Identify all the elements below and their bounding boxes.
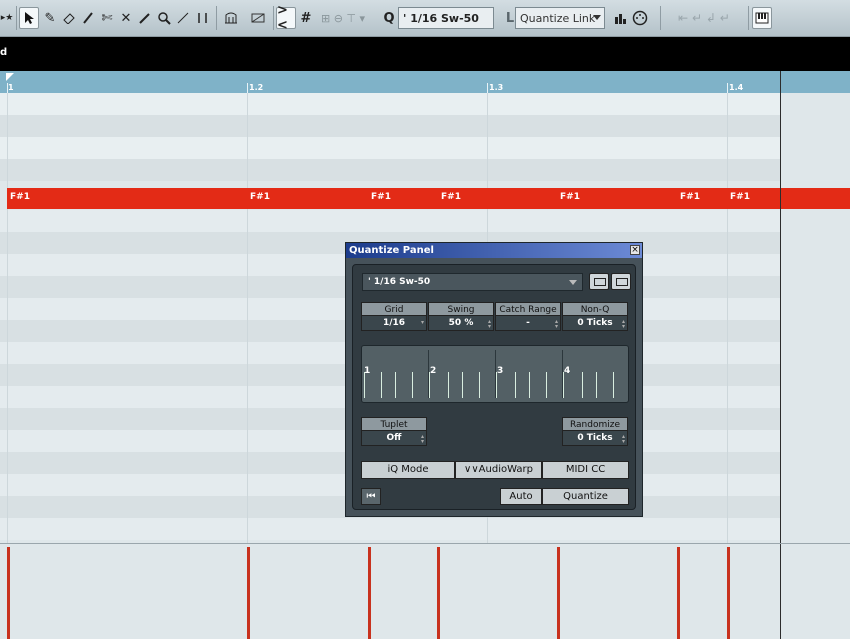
mixer-icon[interactable] <box>611 7 629 29</box>
velocity-bar[interactable] <box>557 547 560 639</box>
grid-icon[interactable]: # <box>298 7 314 29</box>
erase-tool-icon[interactable] <box>60 7 78 29</box>
quantize-grid-display[interactable]: 1 2 3 4 <box>361 345 629 403</box>
preset-value: ' 1/16 Sw-50 <box>368 277 431 287</box>
glue-tool-icon[interactable] <box>136 7 154 29</box>
zoom-tool-icon[interactable] <box>155 7 173 29</box>
length-quantize-dropdown[interactable]: Quantize Link <box>515 7 605 29</box>
trim-tool-icon[interactable] <box>79 7 97 29</box>
note-label: F#1 <box>680 192 700 202</box>
autoscroll-icon[interactable] <box>220 7 242 29</box>
select-tool-icon[interactable] <box>19 7 39 29</box>
preset-dropdown[interactable]: ' 1/16 Sw-50 <box>362 273 583 291</box>
grid-number: 3 <box>497 366 504 376</box>
panel-body: ' 1/16 Sw-50 Grid 1/16 ▾ Swing 50 % ▴ ▾ Cat… <box>352 264 636 510</box>
snap-off-icon[interactable] <box>247 7 269 29</box>
toolbar: ▸★ ✎ ✄ ✕ >< # ⊞ ⊖ ⊤ ▾ Q ' 1/16 Sw-50 L Q… <box>0 0 850 37</box>
randomize-param[interactable]: Randomize 0 Ticks ▴ ▾ <box>562 417 628 446</box>
quantize-preset-value: ' 1/16 Sw-50 <box>403 11 479 25</box>
mode-buttons: iQ Mode ∨∨AudioWarp MIDI CC <box>361 461 629 479</box>
swing-param[interactable]: Swing 50 % ▴ ▾ <box>428 302 494 331</box>
info-bar: d <box>0 37 850 71</box>
ruler[interactable]: 1 1.2 1.3 1.4 <box>0 71 850 93</box>
velocity-bar[interactable] <box>727 547 730 639</box>
velocity-bar[interactable] <box>247 547 250 639</box>
tuplet-param[interactable]: Tuplet Off ▴ ▾ <box>361 417 427 446</box>
note-label: F#1 <box>371 192 391 202</box>
note-bar[interactable]: F#1 F#1 F#1 F#1 F#1 F#1 F#1 <box>7 188 850 209</box>
draw-tool-icon[interactable]: ✎ <box>41 7 59 29</box>
grid-param[interactable]: Grid 1/16 ▾ <box>361 302 427 331</box>
reset-icon[interactable]: ⏮ <box>361 488 381 505</box>
quantize-preset-dropdown[interactable]: ' 1/16 Sw-50 <box>398 7 494 29</box>
playhead[interactable] <box>780 71 781 543</box>
ruler-marker: 1.4 <box>729 83 744 92</box>
ruler-marker: 1.3 <box>489 83 504 92</box>
note-label: F#1 <box>730 192 750 202</box>
non-q-param[interactable]: Non-Q 0 Ticks ▴ ▾ <box>562 302 628 331</box>
velocity-lane[interactable] <box>0 543 850 639</box>
track-label: d <box>0 47 8 58</box>
add-preset-button[interactable] <box>589 273 609 290</box>
ruler-marker: 1 <box>8 83 14 92</box>
note-label: F#1 <box>441 192 461 202</box>
catch-range-param[interactable]: Catch Range - ▴ ▾ <box>495 302 561 331</box>
piano-icon[interactable] <box>752 7 772 29</box>
audiowarp-button[interactable]: ∨∨AudioWarp <box>455 461 542 479</box>
randomize-value[interactable]: 0 Ticks ▴ ▾ <box>562 431 628 446</box>
velocity-bar[interactable] <box>368 547 371 639</box>
velocity-bar[interactable] <box>7 547 10 639</box>
grid-type-dropdown[interactable]: ⊞ ⊖ ⊤ ▾ <box>316 7 370 29</box>
note-label: F#1 <box>10 192 30 202</box>
panel-title[interactable]: Quantize Panel <box>346 243 642 258</box>
non-q-label: Non-Q <box>562 302 628 316</box>
length-quantize-value: Quantize Link <box>520 11 596 25</box>
catch-range-value[interactable]: - ▴ ▾ <box>495 316 561 331</box>
note-label: F#1 <box>250 192 270 202</box>
cursor-marker-icon <box>6 73 14 81</box>
iq-mode-button[interactable]: iQ Mode <box>361 461 455 479</box>
midi-input-icon[interactable] <box>631 7 649 29</box>
remove-preset-button[interactable] <box>611 273 631 290</box>
grid-value[interactable]: 1/16 ▾ <box>361 316 427 331</box>
line-tool-icon[interactable] <box>174 7 192 29</box>
tuplet-value[interactable]: Off ▴ ▾ <box>361 431 427 446</box>
auto-button[interactable]: Auto <box>500 488 542 505</box>
catch-range-label: Catch Range <box>495 302 561 316</box>
swing-label: Swing <box>428 302 494 316</box>
close-icon[interactable]: × <box>630 245 640 255</box>
tuplet-label: Tuplet <box>361 417 427 431</box>
velocity-bar[interactable] <box>677 547 680 639</box>
swing-value[interactable]: 50 % ▴ ▾ <box>428 316 494 331</box>
non-q-value[interactable]: 0 Ticks ▴ ▾ <box>562 316 628 331</box>
note-label: F#1 <box>560 192 580 202</box>
ruler-marker: 1.2 <box>249 83 264 92</box>
quantize-panel: Quantize Panel × ' 1/16 Sw-50 Grid 1/16 ▾… <box>345 242 643 517</box>
star-icon[interactable]: ▸★ <box>0 7 14 29</box>
midi-cc-button[interactable]: MIDI CC <box>542 461 629 479</box>
randomize-label: Randomize <box>562 417 628 431</box>
quantize-button[interactable]: Quantize <box>542 488 629 505</box>
grid-number: 4 <box>564 366 571 376</box>
grid-label: Grid <box>361 302 427 316</box>
step-input-buttons[interactable]: ⇤ ↵ ↲ ↵ <box>664 7 744 29</box>
time-warp-tool-icon[interactable] <box>194 7 212 29</box>
mute-tool-icon[interactable]: ✕ <box>117 7 135 29</box>
split-tool-icon[interactable]: ✄ <box>98 7 116 29</box>
quantize-icon: Q <box>383 10 395 26</box>
grid-number: 2 <box>430 366 437 376</box>
snap-icon[interactable]: >< <box>276 3 296 33</box>
velocity-bar[interactable] <box>437 547 440 639</box>
